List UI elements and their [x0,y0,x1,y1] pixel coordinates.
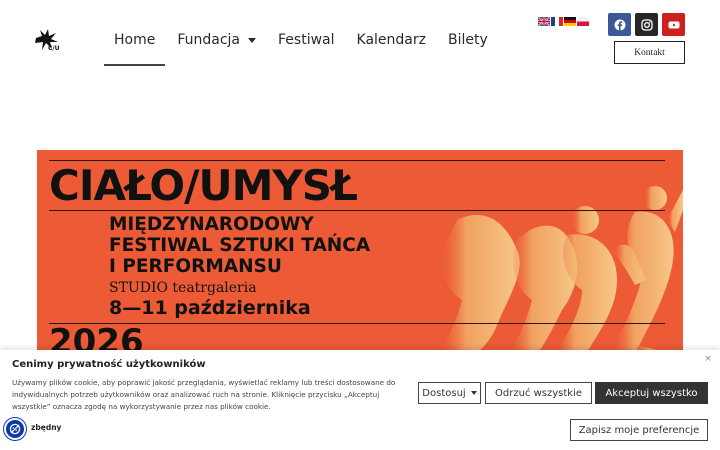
site-logo[interactable]: C/U [34,28,64,52]
customize-button[interactable]: Dostosuj [418,382,481,404]
instagram-icon [640,18,653,31]
accept-label: Akceptuj wszystko [605,387,698,399]
language-switcher [538,17,589,26]
reject-all-button[interactable]: Odrzuć wszystkie [485,382,592,404]
banner-rule-mid [49,210,665,211]
necessary-label: zbędny [31,423,62,432]
fr-flag-icon[interactable] [551,17,563,26]
banner-subtitle-line2: FESTIWAL SZTUKI TAŃCA [109,235,371,256]
instagram-button[interactable] [635,13,658,36]
banner-dates: 8—11 października [109,297,311,319]
nav-fundacja[interactable]: Fundacja [167,27,266,53]
chevron-down-icon [248,37,257,43]
de-flag-icon[interactable] [564,17,576,26]
cookie-icon [9,423,21,435]
nav-kalendarz-label: Kalendarz [356,32,426,48]
save-label: Zapisz moje preferencje [578,424,700,436]
cookie-settings-button[interactable] [4,418,26,440]
cookie-text: Używamy plików cookie, aby poprawić jako… [12,378,396,411]
youtube-button[interactable] [662,13,685,36]
nav-fundacja-label: Fundacja [177,32,241,48]
banner-subtitle-line1: MIĘDZYNARODOWY [109,214,314,235]
nav-kalendarz[interactable]: Kalendarz [347,27,436,53]
banner-subtitle-line3: I PERFORMANSU [109,256,282,277]
customize-label: Dostosuj [422,387,466,399]
nav-home[interactable]: Home [104,27,166,66]
main-nav: Home Fundacja Festiwal Kalendarz Bilety [104,0,500,80]
facebook-button[interactable] [608,13,631,36]
youtube-icon [668,21,679,28]
banner-venue: STUDIO teatrgaleria [109,280,257,296]
close-icon[interactable]: × [704,354,712,364]
nav-bilety[interactable]: Bilety [438,27,498,53]
en-flag-icon[interactable] [538,17,550,26]
logo-icon: C/U [35,29,60,52]
nav-festiwal-label: Festiwal [278,32,335,48]
nav-bilety-label: Bilety [447,32,488,48]
contact-label: Kontakt [634,47,665,58]
chevron-down-icon [470,391,477,395]
cookie-title: Cenimy prywatność użytkowników [12,359,206,370]
banner-subtitle: MIĘDZYNARODOWY FESTIWAL SZTUKI TAŃCA I P… [109,214,370,277]
contact-button[interactable]: Kontakt [614,41,685,64]
nav-home-label: Home [114,32,156,48]
banner-title: CIAŁO/UMYSŁ [49,161,358,210]
facebook-icon [614,19,625,30]
svg-text:C/U: C/U [48,45,60,52]
save-preferences-button[interactable]: Zapisz moje preferencje [570,419,708,441]
festival-banner[interactable]: CIAŁO/UMYSŁ MIĘDZYNARODOWY FESTIWAL SZTU… [37,150,683,360]
nav-festiwal[interactable]: Festiwal [268,27,345,53]
reject-label: Odrzuć wszystkie [494,387,582,399]
social-links [608,13,685,36]
accept-all-button[interactable]: Akceptuj wszystko [595,382,708,404]
pl-flag-icon[interactable] [577,17,589,26]
